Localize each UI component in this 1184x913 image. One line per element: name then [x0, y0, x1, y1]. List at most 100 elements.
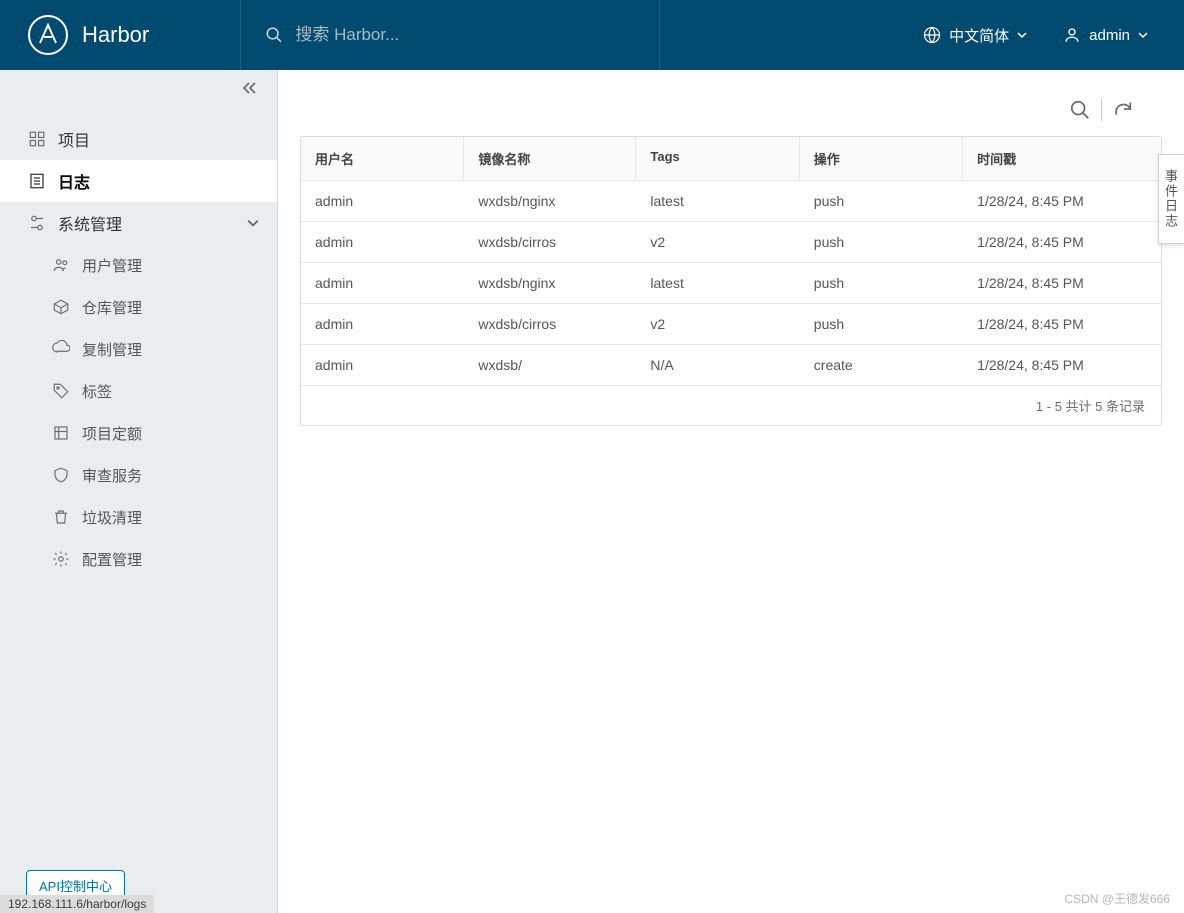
cell-user: admin: [301, 263, 464, 303]
logs-table: 用户名 镜像名称 Tags 操作 时间戳 adminwxdsb/nginxlat…: [300, 136, 1162, 426]
filter-search-icon[interactable]: [1069, 99, 1091, 121]
collapse-row: [0, 70, 277, 106]
sidebar-item-label: 标签: [82, 381, 112, 402]
nav: 项目 日志 系统管理 用户管理 仓库管理 复制管理: [0, 106, 277, 858]
event-log-tab[interactable]: 事件日志: [1158, 154, 1184, 244]
gear-icon: [52, 550, 70, 568]
cell-user: admin: [301, 181, 464, 221]
cell-user: admin: [301, 345, 464, 385]
table-body: adminwxdsb/nginxlatestpush1/28/24, 8:45 …: [301, 180, 1161, 385]
globe-icon: [923, 26, 941, 44]
chevron-down-icon: [1017, 30, 1027, 40]
sidebar-item-label: 日志: [58, 169, 90, 193]
tag-icon: [52, 382, 70, 400]
registry-icon: [52, 298, 70, 316]
toolbar: [300, 88, 1162, 132]
sidebar-item-quotas[interactable]: 项目定额: [0, 412, 277, 454]
app-name: Harbor: [82, 22, 149, 48]
collapse-sidebar-icon[interactable]: [241, 80, 257, 96]
cell-time: 1/28/24, 8:45 PM: [963, 304, 1161, 344]
sidebar-item-logs[interactable]: 日志: [0, 160, 277, 202]
cell-tag: v2: [636, 304, 799, 344]
chevron-down-icon: [247, 217, 259, 229]
sidebar: 项目 日志 系统管理 用户管理 仓库管理 复制管理: [0, 70, 278, 913]
user-name: admin: [1089, 27, 1130, 44]
trash-icon: [52, 508, 70, 526]
search-section[interactable]: [240, 0, 660, 70]
sidebar-item-label: 审查服务: [82, 465, 142, 486]
cell-user: admin: [301, 304, 464, 344]
table-row[interactable]: adminwxdsb/cirrosv2push1/28/24, 8:45 PM: [301, 221, 1161, 262]
sidebar-item-label: 项目定额: [82, 423, 142, 444]
cell-repo: wxdsb/nginx: [464, 181, 636, 221]
cell-time: 1/28/24, 8:45 PM: [963, 345, 1161, 385]
table-row[interactable]: adminwxdsb/N/Acreate1/28/24, 8:45 PM: [301, 344, 1161, 385]
cell-time: 1/28/24, 8:45 PM: [963, 222, 1161, 262]
sidebar-item-config[interactable]: 配置管理: [0, 538, 277, 580]
refresh-icon[interactable]: [1112, 99, 1134, 121]
cell-op: push: [800, 181, 963, 221]
sidebar-item-label: 配置管理: [82, 549, 142, 570]
search-icon: [265, 25, 283, 45]
cell-tag: latest: [636, 263, 799, 303]
search-input[interactable]: [295, 25, 635, 45]
system-icon: [28, 214, 46, 232]
toolbar-separator: [1101, 99, 1102, 121]
header: Harbor 中文简体 admin: [0, 0, 1184, 70]
sidebar-item-label: 复制管理: [82, 339, 142, 360]
language-label: 中文简体: [949, 25, 1009, 46]
col-header-time[interactable]: 时间戳: [963, 137, 1161, 180]
sidebar-item-gc[interactable]: 垃圾清理: [0, 496, 277, 538]
sidebar-item-label: 仓库管理: [82, 297, 142, 318]
chevron-down-icon: [1138, 30, 1148, 40]
quota-icon: [52, 424, 70, 442]
cell-tag: N/A: [636, 345, 799, 385]
cell-op: push: [800, 304, 963, 344]
table-header: 用户名 镜像名称 Tags 操作 时间戳: [301, 137, 1161, 180]
sidebar-item-labels[interactable]: 标签: [0, 370, 277, 412]
cell-repo: wxdsb/cirros: [464, 304, 636, 344]
sidebar-item-replication[interactable]: 复制管理: [0, 328, 277, 370]
table-footer: 1 - 5 共计 5 条记录: [301, 385, 1161, 425]
shield-icon: [52, 466, 70, 484]
col-header-user[interactable]: 用户名: [301, 137, 464, 180]
cell-user: admin: [301, 222, 464, 262]
replication-icon: [52, 340, 70, 358]
sidebar-item-label: 项目: [58, 127, 90, 151]
sidebar-item-interrogation[interactable]: 审查服务: [0, 454, 277, 496]
cell-repo: wxdsb/cirros: [464, 222, 636, 262]
cell-op: push: [800, 222, 963, 262]
projects-icon: [28, 130, 46, 148]
harbor-logo-icon: [28, 15, 68, 55]
cell-tag: v2: [636, 222, 799, 262]
col-header-op[interactable]: 操作: [800, 137, 963, 180]
cell-repo: wxdsb/nginx: [464, 263, 636, 303]
table-row[interactable]: adminwxdsb/nginxlatestpush1/28/24, 8:45 …: [301, 180, 1161, 221]
header-right: 中文简体 admin: [923, 25, 1184, 46]
users-icon: [52, 256, 70, 274]
sidebar-item-label: 用户管理: [82, 255, 142, 276]
logo-section: Harbor: [0, 15, 240, 55]
sidebar-item-registry[interactable]: 仓库管理: [0, 286, 277, 328]
cell-time: 1/28/24, 8:45 PM: [963, 263, 1161, 303]
user-icon: [1063, 26, 1081, 44]
sidebar-item-users[interactable]: 用户管理: [0, 244, 277, 286]
sidebar-item-label: 系统管理: [58, 211, 122, 235]
logs-icon: [28, 172, 46, 190]
watermark: CSDN @王德发666: [1064, 890, 1170, 907]
cell-op: push: [800, 263, 963, 303]
table-row[interactable]: adminwxdsb/cirrosv2push1/28/24, 8:45 PM: [301, 303, 1161, 344]
col-header-repo[interactable]: 镜像名称: [464, 137, 636, 180]
sidebar-item-label: 垃圾清理: [82, 507, 142, 528]
cell-op: create: [800, 345, 963, 385]
sidebar-item-projects[interactable]: 项目: [0, 118, 277, 160]
sidebar-item-system[interactable]: 系统管理: [0, 202, 277, 244]
table-row[interactable]: adminwxdsb/nginxlatestpush1/28/24, 8:45 …: [301, 262, 1161, 303]
cell-tag: latest: [636, 181, 799, 221]
cell-time: 1/28/24, 8:45 PM: [963, 181, 1161, 221]
status-bar: 192.168.111.6/harbor/logs: [0, 895, 154, 913]
language-switcher[interactable]: 中文简体: [923, 25, 1027, 46]
cell-repo: wxdsb/: [464, 345, 636, 385]
col-header-tag[interactable]: Tags: [636, 137, 799, 180]
user-menu[interactable]: admin: [1063, 26, 1148, 44]
